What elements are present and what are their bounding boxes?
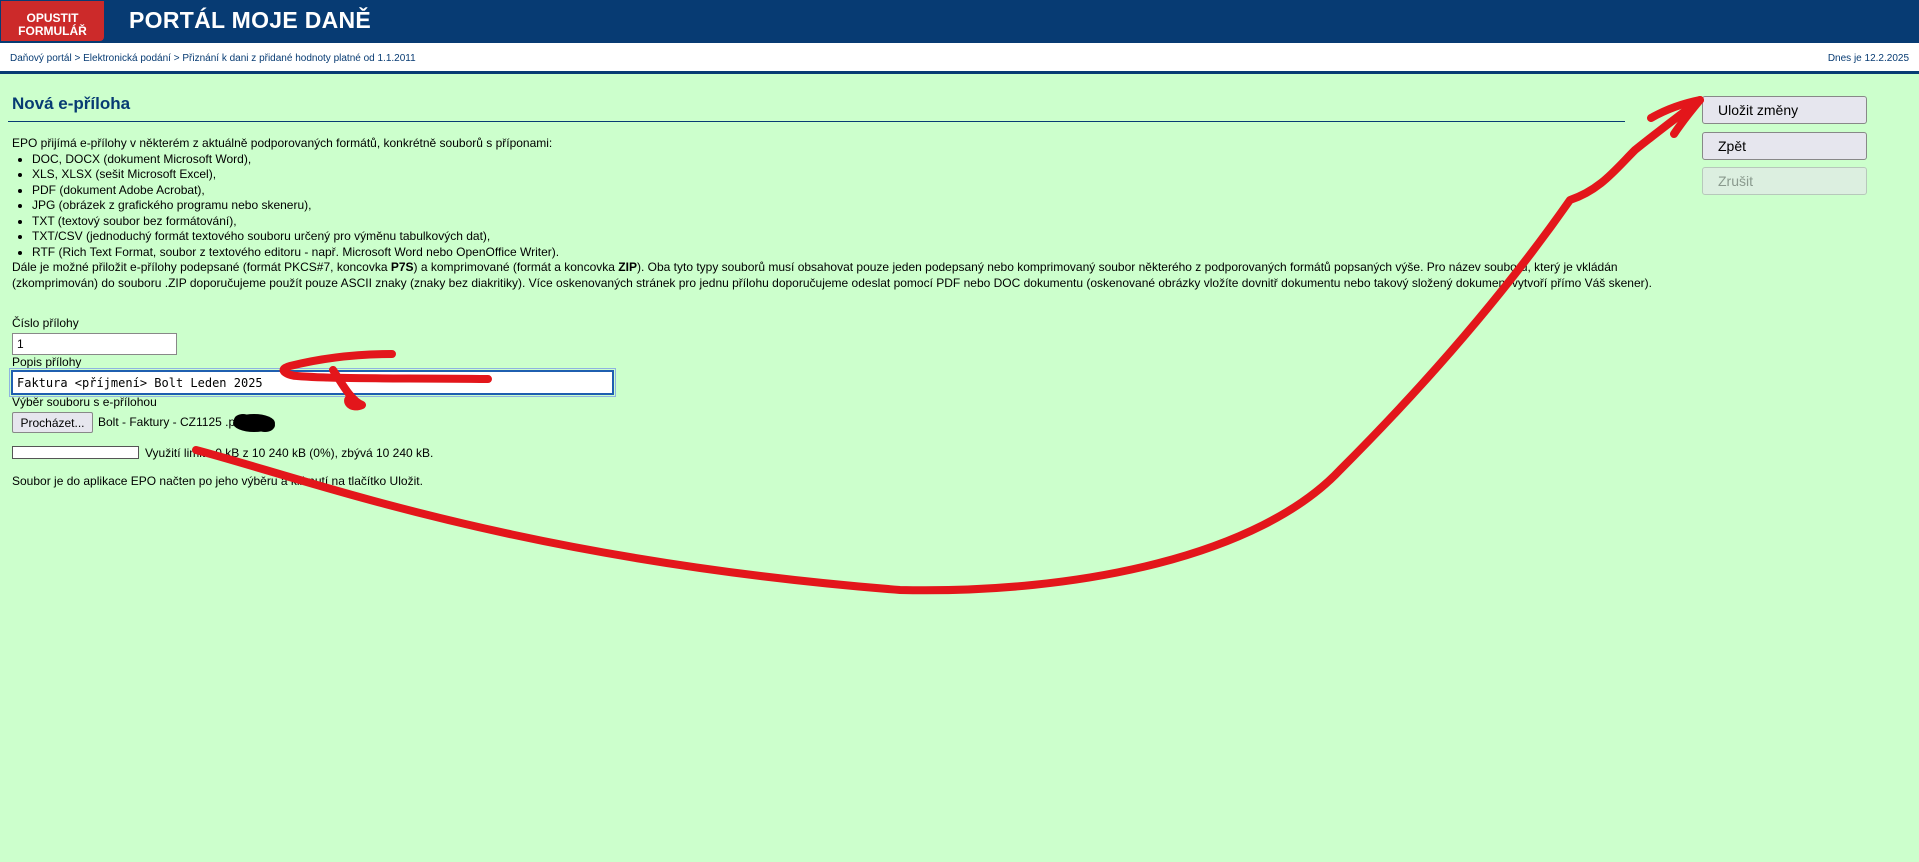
cancel-button: Zrušit [1702, 167, 1867, 195]
breadcrumb-item-electronic-filing[interactable]: Elektronická podání [83, 53, 171, 64]
info-more-text: ) a komprimované (formát a koncovka [413, 260, 619, 274]
info-zip: ZIP [618, 260, 637, 274]
file-select-label: Výběr souboru s e-přílohou [12, 395, 157, 409]
format-list-item: XLS, XLSX (sešit Microsoft Excel), [32, 167, 1652, 183]
upload-note: Soubor je do aplikace EPO načten po jeho… [12, 474, 423, 488]
breadcrumb-item-tax-portal[interactable]: Daňový portál [10, 53, 72, 64]
info-more-text: Dále je možné přiložit e-přílohy podepsa… [12, 260, 391, 274]
format-list-item: PDF (dokument Adobe Acrobat), [32, 183, 1652, 199]
breadcrumb: Daňový portál > Elektronická podání > Př… [10, 53, 416, 64]
attachment-number-label: Číslo přílohy [12, 316, 79, 330]
today-date: Dnes je 12.2.2025 [1827, 53, 1909, 64]
save-changes-button[interactable]: Uložit změny [1702, 96, 1867, 124]
attachment-number-input[interactable] [12, 333, 177, 355]
exit-form-button[interactable]: OPUSTIT FORMULÁŘ [1, 1, 104, 41]
selected-file-name: Bolt - Faktury - CZ1125 .pdf [98, 415, 246, 429]
info-intro: EPO přijímá e-přílohy v některém z aktuá… [12, 136, 553, 150]
top-bar: OPUSTIT FORMULÁŘ PORTÁL MOJE DANĚ [0, 0, 1919, 43]
attachment-description-label: Popis přílohy [12, 355, 82, 369]
exit-form-label-line1: OPUSTIT [26, 10, 79, 25]
annotation-overlay [192, 96, 1704, 595]
browse-button[interactable]: Procházet... [12, 412, 93, 433]
format-list-item: TXT/CSV (jednoduchý formát textového sou… [32, 229, 1652, 245]
redaction-blot [233, 414, 275, 432]
usage-progress-bar [12, 446, 139, 459]
format-list-item: DOC, DOCX (dokument Microsoft Word), [32, 152, 1652, 168]
info-more: Dále je možné přiložit e-přílohy podepsa… [12, 260, 1652, 291]
back-button[interactable]: Zpět [1702, 132, 1867, 160]
usage-text: Využití limitu 0 kB z 10 240 kB (0%), zb… [145, 446, 434, 460]
format-list-item: RTF (Rich Text Format, soubor z textovéh… [32, 245, 1652, 261]
info-text: EPO přijímá e-přílohy v některém z aktuá… [12, 136, 1652, 291]
breadcrumb-item-vat-return[interactable]: Přiznání k dani z přidané hodnoty platné… [182, 53, 415, 64]
portal-title: PORTÁL MOJE DANĚ [129, 7, 372, 33]
format-list-item: TXT (textový soubor bez formátování), [32, 214, 1652, 230]
breadcrumb-separator: > [74, 53, 81, 64]
breadcrumb-separator: > [173, 53, 180, 64]
annotation-arrowhead [1647, 96, 1704, 138]
breadcrumb-bar: Daňový portál > Elektronická podání > Př… [0, 43, 1919, 74]
exit-form-label-line2: FORMULÁŘ [18, 23, 87, 38]
heading-divider [8, 121, 1625, 122]
attachment-description-input[interactable] [9, 368, 616, 397]
page-title: Nová e-příloha [12, 94, 131, 113]
info-p7s: P7S [390, 260, 414, 274]
format-list-item: JPG (obrázek z grafického programu nebo … [32, 198, 1652, 214]
format-list: DOC, DOCX (dokument Microsoft Word), XLS… [12, 152, 1652, 261]
